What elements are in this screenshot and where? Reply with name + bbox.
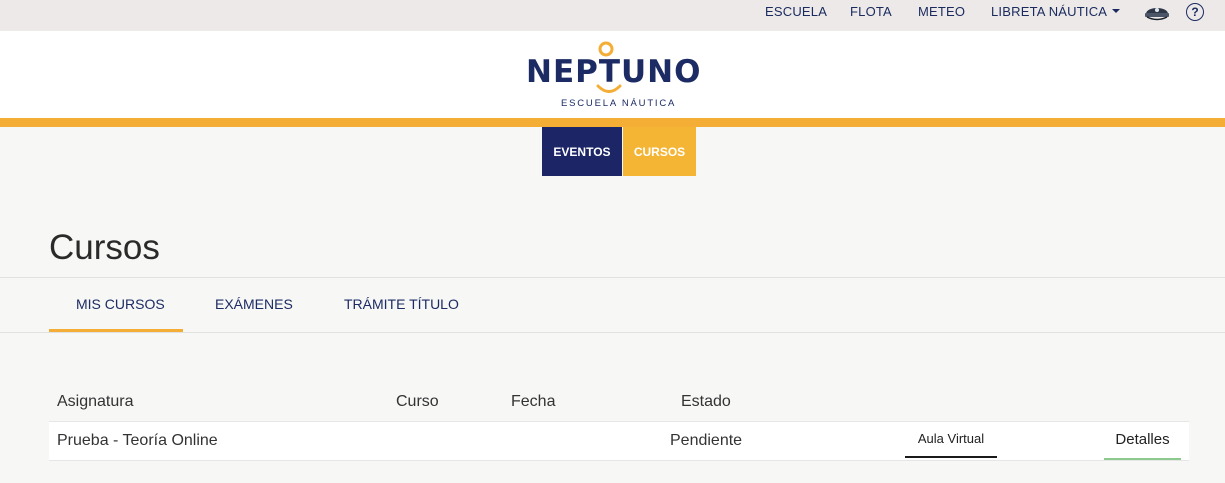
brand-tagline: ESCUELA NÁUTICA (561, 98, 677, 109)
nav-escuela[interactable]: ESCUELA (765, 0, 827, 22)
header-asignatura: Asignatura (57, 393, 134, 410)
nav-flota-label: FLOTA (850, 3, 892, 19)
nav-meteo-label: METEO (918, 3, 966, 19)
cursos-label: CURSOS (633, 144, 686, 159)
nav-libreta-label: LIBRETA NÁUTICA (991, 3, 1108, 19)
detalles-label: Detalles (1115, 431, 1170, 448)
eventos-button[interactable]: EVENTOS (542, 127, 622, 176)
nav-flota[interactable]: FLOTA (850, 0, 892, 22)
help-circle-icon[interactable]: ? (1186, 3, 1204, 21)
nav-meteo[interactable]: METEO (918, 0, 965, 22)
eventos-label: EVENTOS (553, 144, 611, 159)
tab-mis-cursos[interactable]: MIS CURSOS (76, 296, 165, 312)
captain-hat-icon[interactable] (1143, 1, 1171, 23)
tabs-divider-top (0, 277, 1225, 278)
aula-virtual-label: Aula Virtual (917, 431, 985, 446)
brand-logo[interactable]: NEPTUNO (526, 54, 701, 90)
cell-asignatura: Prueba - Teoría Online (57, 432, 218, 449)
nav-escuela-label: ESCUELA (765, 3, 828, 19)
cell-estado: Pendiente (670, 432, 743, 449)
nav-libreta-nautica-dropdown[interactable]: LIBRETA NÁUTICA (991, 0, 1121, 22)
tab-tramite-titulo[interactable]: TRÁMITE TÍTULO (344, 296, 459, 312)
header-curso: Curso (396, 393, 439, 410)
help-symbol: ? (1191, 5, 1199, 19)
cursos-button[interactable]: CURSOS (623, 127, 696, 176)
header-accent-bar (0, 118, 1225, 127)
detalles-button[interactable]: Detalles (1104, 431, 1181, 460)
header-estado: Estado (681, 393, 731, 410)
header-fecha: Fecha (511, 393, 556, 410)
tab-examenes[interactable]: EXÁMENES (215, 296, 293, 312)
caret-down-icon (1112, 9, 1121, 13)
tabs-divider-bottom (0, 332, 1225, 333)
page-title: Cursos (49, 228, 160, 267)
table-row (49, 421, 1189, 461)
aula-virtual-button[interactable]: Aula Virtual (905, 430, 997, 458)
